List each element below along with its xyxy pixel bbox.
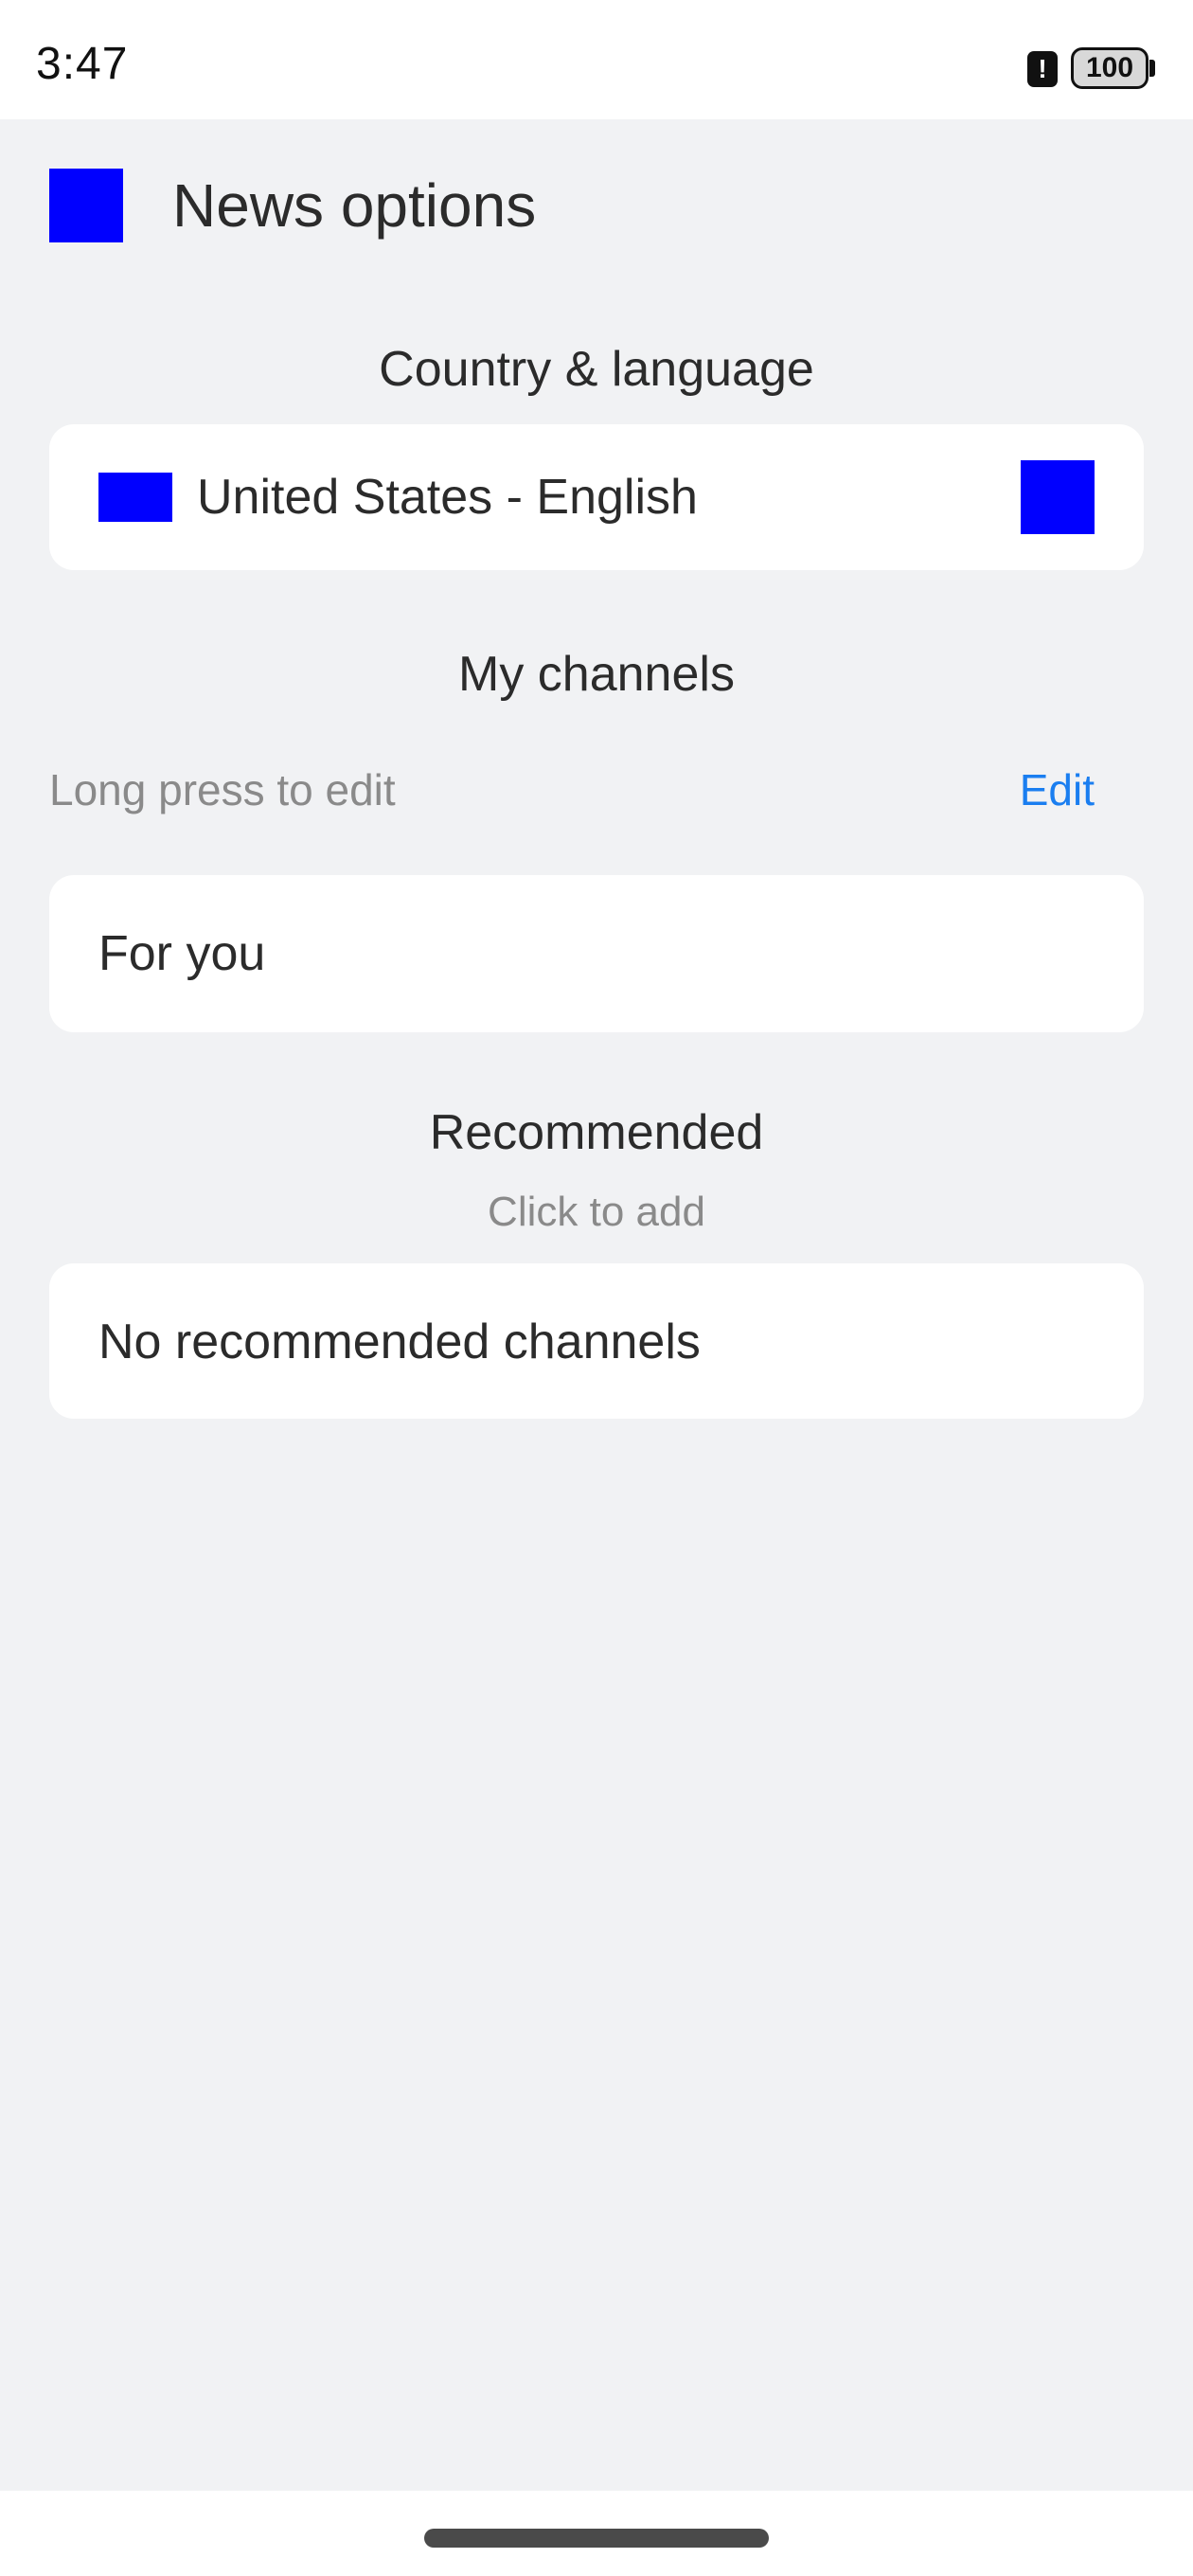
long-press-hint: Long press to edit xyxy=(49,765,396,814)
page-title: News options xyxy=(172,171,537,240)
recommended-heading: Recommended xyxy=(429,1105,764,1160)
battery-icon: 100 xyxy=(1071,47,1148,89)
empty-state-text: No recommended channels xyxy=(98,1315,701,1369)
status-time: 3:47 xyxy=(36,39,129,89)
flag-icon xyxy=(98,473,172,522)
channel-label: For you xyxy=(98,926,266,981)
recommended-empty-state: No recommended channels xyxy=(49,1263,1144,1419)
news-options-screen: 3:47 ! 100 News options Country & langua… xyxy=(0,0,1193,2576)
home-indicator[interactable] xyxy=(424,2529,769,2548)
status-bar: 3:47 ! 100 xyxy=(0,0,1193,119)
channel-item-for-you[interactable]: For you xyxy=(49,875,1144,1032)
battery-tip xyxy=(1149,60,1155,77)
country-language-heading: Country & language xyxy=(379,342,814,397)
my-channels-heading: My channels xyxy=(458,647,735,702)
chevron-right-icon xyxy=(1021,460,1095,534)
back-icon[interactable] xyxy=(49,169,123,242)
country-language-value: United States - English xyxy=(197,470,698,525)
country-language-selector[interactable]: United States - English xyxy=(49,424,1144,570)
edit-button[interactable]: Edit xyxy=(1020,761,1095,818)
recommended-subtitle: Click to add xyxy=(488,1189,705,1235)
alert-icon: ! xyxy=(1027,51,1058,87)
